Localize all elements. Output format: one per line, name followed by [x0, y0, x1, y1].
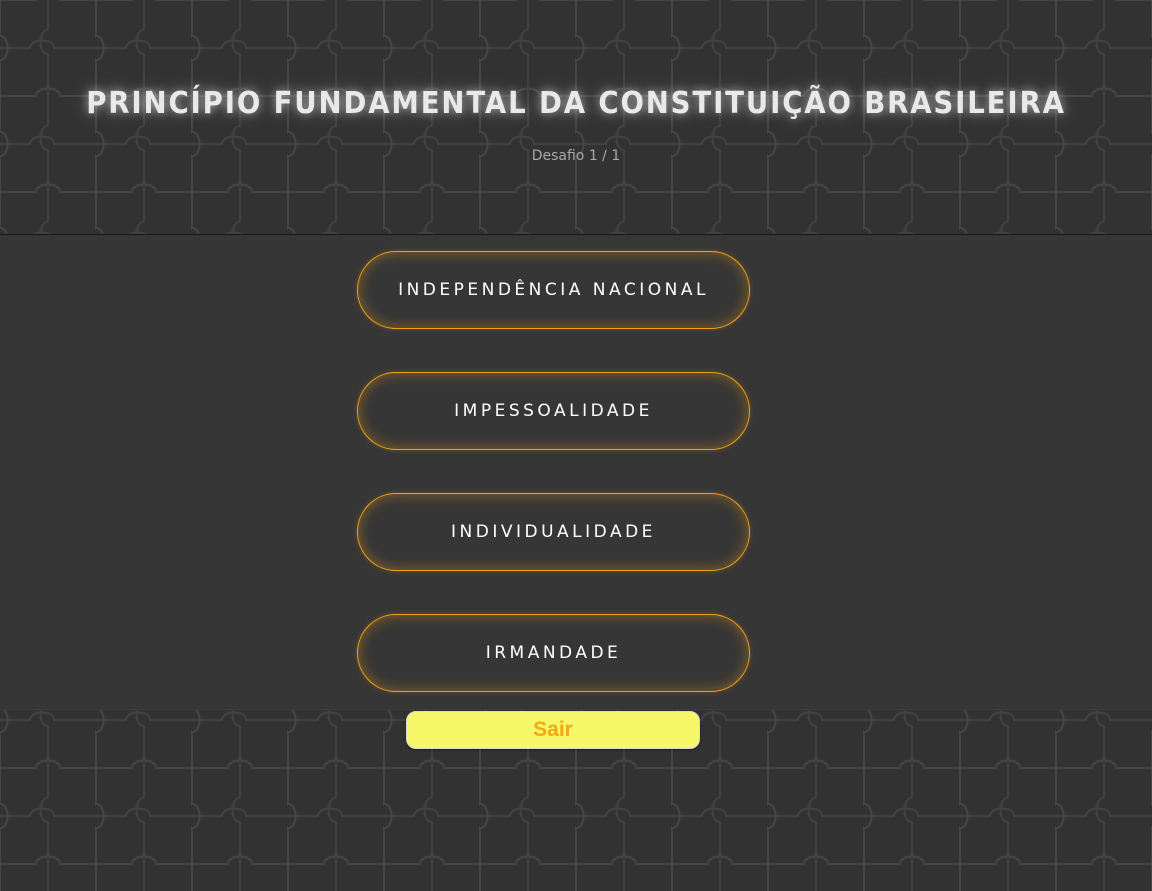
- progress-text: Desafio 1 / 1: [531, 148, 621, 164]
- header: PRINCÍPIO FUNDAMENTAL DA CONSTITUIÇÃO BR…: [0, 0, 1152, 234]
- answer-option-4[interactable]: IRMANDADE: [357, 614, 750, 692]
- answer-option-label: IRMANDADE: [485, 643, 622, 663]
- answer-option-label: INDIVIDUALIDADE: [451, 522, 656, 542]
- answer-option-1[interactable]: INDEPENDÊNCIA NACIONAL: [357, 251, 750, 329]
- quiz-screen: PRINCÍPIO FUNDAMENTAL DA CONSTITUIÇÃO BR…: [0, 0, 1152, 891]
- answer-option-label: INDEPENDÊNCIA NACIONAL: [398, 280, 709, 300]
- exit-button[interactable]: Sair: [406, 711, 700, 749]
- question-title: PRINCÍPIO FUNDAMENTAL DA CONSTITUIÇÃO BR…: [86, 86, 1066, 121]
- answer-option-label: IMPESSOALIDADE: [454, 401, 653, 421]
- answer-option-2[interactable]: IMPESSOALIDADE: [357, 372, 750, 450]
- exit-button-label: Sair: [533, 718, 573, 741]
- answer-option-3[interactable]: INDIVIDUALIDADE: [357, 493, 750, 571]
